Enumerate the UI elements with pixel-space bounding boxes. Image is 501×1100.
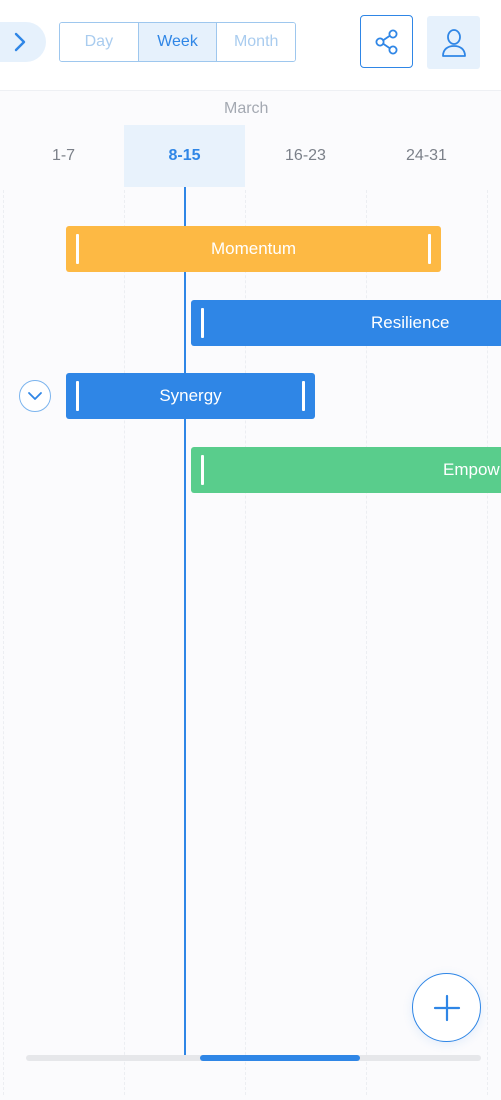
task-bar-synergy[interactable]: Synergy <box>66 373 315 419</box>
week-column-1: 1-7 <box>51 147 76 164</box>
grid-line <box>3 190 4 1095</box>
today-marker-line <box>184 187 186 1057</box>
toolbar: Day Week Month <box>0 0 501 91</box>
expand-sidebar-button[interactable] <box>0 22 46 62</box>
task-bar-resilience[interactable]: Resilience <box>191 300 501 346</box>
collapse-button[interactable] <box>19 380 51 412</box>
chevron-right-icon <box>14 32 26 52</box>
task-label-text: Empow <box>443 460 500 479</box>
user-icon <box>441 28 466 57</box>
view-month-button[interactable]: Month <box>216 23 295 61</box>
task-bar-momentum[interactable]: Momentum <box>66 226 441 272</box>
task-label-text: Momentum <box>210 239 297 258</box>
horizontal-scrollbar-thumb[interactable] <box>200 1055 360 1061</box>
user-profile-button[interactable] <box>427 16 480 69</box>
add-task-button[interactable] <box>412 973 481 1042</box>
share-icon <box>375 29 397 54</box>
view-switcher: Day Week Month <box>59 22 296 62</box>
task-label-text: Resilience <box>371 313 450 332</box>
chevron-down-icon <box>28 392 42 400</box>
task-label-text: Synergy <box>159 386 222 405</box>
resize-handle-start[interactable] <box>201 308 204 338</box>
task-bar-empow[interactable]: Empow <box>191 447 501 493</box>
view-week-button[interactable]: Week <box>137 23 217 61</box>
grid-line <box>124 190 125 1095</box>
resize-handle-start[interactable] <box>201 455 204 485</box>
resize-handle-end[interactable] <box>428 234 431 264</box>
view-day-button[interactable]: Day <box>60 23 138 61</box>
task-label: Momentum <box>66 239 441 259</box>
share-button[interactable] <box>360 15 413 68</box>
resize-handle-end[interactable] <box>302 381 305 411</box>
week-column-3: 16-23 <box>285 147 326 164</box>
week-column-current: 8-15 <box>124 125 245 187</box>
plus-icon <box>433 994 460 1021</box>
week-column-4: 24-31 <box>406 147 447 164</box>
month-name: March <box>224 100 269 117</box>
